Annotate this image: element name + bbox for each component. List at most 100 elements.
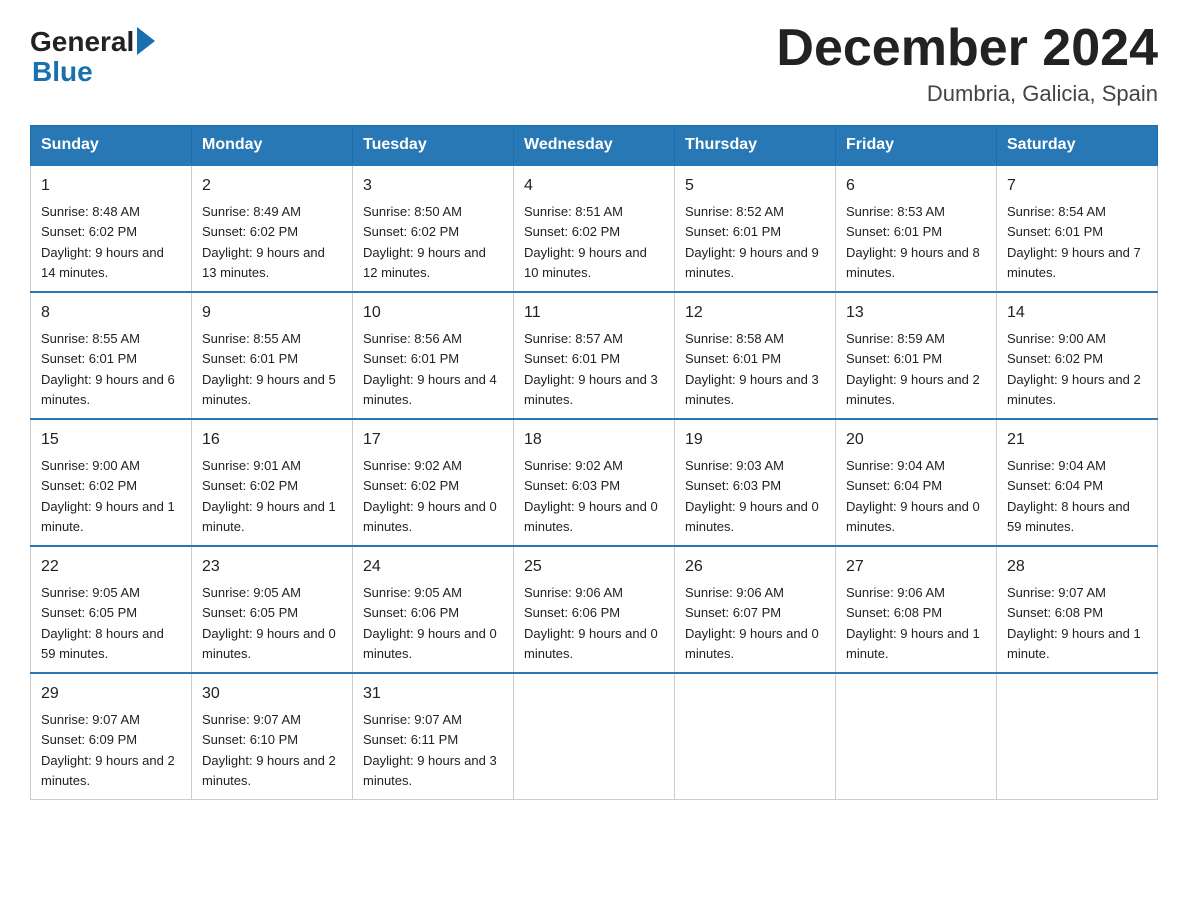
table-row: 18 Sunrise: 9:02 AMSunset: 6:03 PMDaylig… xyxy=(514,419,675,546)
table-row: 22 Sunrise: 9:05 AMSunset: 6:05 PMDaylig… xyxy=(31,546,192,673)
table-row: 17 Sunrise: 9:02 AMSunset: 6:02 PMDaylig… xyxy=(353,419,514,546)
calendar-week-row: 1 Sunrise: 8:48 AMSunset: 6:02 PMDayligh… xyxy=(31,165,1158,292)
col-friday: Friday xyxy=(836,126,997,166)
col-thursday: Thursday xyxy=(675,126,836,166)
calendar-table: Sunday Monday Tuesday Wednesday Thursday… xyxy=(30,125,1158,800)
day-info: Sunrise: 9:02 AMSunset: 6:03 PMDaylight:… xyxy=(524,458,658,534)
day-info: Sunrise: 9:06 AMSunset: 6:08 PMDaylight:… xyxy=(846,585,980,661)
day-number: 10 xyxy=(363,301,503,325)
day-info: Sunrise: 9:05 AMSunset: 6:06 PMDaylight:… xyxy=(363,585,497,661)
day-info: Sunrise: 9:03 AMSunset: 6:03 PMDaylight:… xyxy=(685,458,819,534)
day-info: Sunrise: 8:49 AMSunset: 6:02 PMDaylight:… xyxy=(202,204,325,280)
table-row: 31 Sunrise: 9:07 AMSunset: 6:11 PMDaylig… xyxy=(353,673,514,800)
calendar-header-row: Sunday Monday Tuesday Wednesday Thursday… xyxy=(31,126,1158,166)
day-info: Sunrise: 8:48 AMSunset: 6:02 PMDaylight:… xyxy=(41,204,164,280)
day-info: Sunrise: 9:01 AMSunset: 6:02 PMDaylight:… xyxy=(202,458,336,534)
logo: General Blue xyxy=(30,28,155,86)
day-info: Sunrise: 9:07 AMSunset: 6:10 PMDaylight:… xyxy=(202,712,336,788)
day-info: Sunrise: 8:52 AMSunset: 6:01 PMDaylight:… xyxy=(685,204,819,280)
day-info: Sunrise: 9:00 AMSunset: 6:02 PMDaylight:… xyxy=(1007,331,1141,407)
day-info: Sunrise: 9:04 AMSunset: 6:04 PMDaylight:… xyxy=(846,458,980,534)
day-info: Sunrise: 8:53 AMSunset: 6:01 PMDaylight:… xyxy=(846,204,980,280)
table-row xyxy=(997,673,1158,800)
day-number: 3 xyxy=(363,174,503,198)
day-number: 8 xyxy=(41,301,181,325)
day-info: Sunrise: 9:06 AMSunset: 6:07 PMDaylight:… xyxy=(685,585,819,661)
day-info: Sunrise: 9:05 AMSunset: 6:05 PMDaylight:… xyxy=(202,585,336,661)
day-info: Sunrise: 9:07 AMSunset: 6:08 PMDaylight:… xyxy=(1007,585,1141,661)
day-number: 24 xyxy=(363,555,503,579)
day-number: 5 xyxy=(685,174,825,198)
day-number: 22 xyxy=(41,555,181,579)
table-row: 8 Sunrise: 8:55 AMSunset: 6:01 PMDayligh… xyxy=(31,292,192,419)
table-row: 23 Sunrise: 9:05 AMSunset: 6:05 PMDaylig… xyxy=(192,546,353,673)
table-row: 29 Sunrise: 9:07 AMSunset: 6:09 PMDaylig… xyxy=(31,673,192,800)
day-number: 6 xyxy=(846,174,986,198)
day-info: Sunrise: 9:04 AMSunset: 6:04 PMDaylight:… xyxy=(1007,458,1130,534)
calendar-week-row: 15 Sunrise: 9:00 AMSunset: 6:02 PMDaylig… xyxy=(31,419,1158,546)
day-info: Sunrise: 8:55 AMSunset: 6:01 PMDaylight:… xyxy=(202,331,336,407)
logo-blue-text: Blue xyxy=(32,58,93,86)
day-number: 15 xyxy=(41,428,181,452)
location: Dumbria, Galicia, Spain xyxy=(776,81,1158,107)
day-number: 20 xyxy=(846,428,986,452)
calendar-week-row: 8 Sunrise: 8:55 AMSunset: 6:01 PMDayligh… xyxy=(31,292,1158,419)
table-row: 16 Sunrise: 9:01 AMSunset: 6:02 PMDaylig… xyxy=(192,419,353,546)
day-number: 30 xyxy=(202,682,342,706)
day-number: 9 xyxy=(202,301,342,325)
day-info: Sunrise: 9:07 AMSunset: 6:09 PMDaylight:… xyxy=(41,712,175,788)
col-monday: Monday xyxy=(192,126,353,166)
day-info: Sunrise: 9:07 AMSunset: 6:11 PMDaylight:… xyxy=(363,712,497,788)
day-info: Sunrise: 8:50 AMSunset: 6:02 PMDaylight:… xyxy=(363,204,486,280)
col-tuesday: Tuesday xyxy=(353,126,514,166)
day-number: 12 xyxy=(685,301,825,325)
day-number: 28 xyxy=(1007,555,1147,579)
day-number: 23 xyxy=(202,555,342,579)
table-row xyxy=(675,673,836,800)
day-number: 7 xyxy=(1007,174,1147,198)
day-info: Sunrise: 9:02 AMSunset: 6:02 PMDaylight:… xyxy=(363,458,497,534)
day-number: 31 xyxy=(363,682,503,706)
table-row: 28 Sunrise: 9:07 AMSunset: 6:08 PMDaylig… xyxy=(997,546,1158,673)
day-number: 18 xyxy=(524,428,664,452)
table-row: 9 Sunrise: 8:55 AMSunset: 6:01 PMDayligh… xyxy=(192,292,353,419)
table-row: 2 Sunrise: 8:49 AMSunset: 6:02 PMDayligh… xyxy=(192,165,353,292)
day-number: 2 xyxy=(202,174,342,198)
day-number: 25 xyxy=(524,555,664,579)
day-info: Sunrise: 9:05 AMSunset: 6:05 PMDaylight:… xyxy=(41,585,164,661)
page-header: General Blue December 2024 Dumbria, Gali… xyxy=(30,20,1158,107)
table-row: 13 Sunrise: 8:59 AMSunset: 6:01 PMDaylig… xyxy=(836,292,997,419)
day-number: 26 xyxy=(685,555,825,579)
day-number: 1 xyxy=(41,174,181,198)
calendar-week-row: 29 Sunrise: 9:07 AMSunset: 6:09 PMDaylig… xyxy=(31,673,1158,800)
table-row: 1 Sunrise: 8:48 AMSunset: 6:02 PMDayligh… xyxy=(31,165,192,292)
logo-arrow-icon xyxy=(137,27,155,55)
day-info: Sunrise: 9:06 AMSunset: 6:06 PMDaylight:… xyxy=(524,585,658,661)
table-row: 24 Sunrise: 9:05 AMSunset: 6:06 PMDaylig… xyxy=(353,546,514,673)
table-row: 19 Sunrise: 9:03 AMSunset: 6:03 PMDaylig… xyxy=(675,419,836,546)
day-info: Sunrise: 8:58 AMSunset: 6:01 PMDaylight:… xyxy=(685,331,819,407)
table-row: 15 Sunrise: 9:00 AMSunset: 6:02 PMDaylig… xyxy=(31,419,192,546)
table-row: 5 Sunrise: 8:52 AMSunset: 6:01 PMDayligh… xyxy=(675,165,836,292)
day-info: Sunrise: 8:51 AMSunset: 6:02 PMDaylight:… xyxy=(524,204,647,280)
col-wednesday: Wednesday xyxy=(514,126,675,166)
day-info: Sunrise: 8:55 AMSunset: 6:01 PMDaylight:… xyxy=(41,331,175,407)
table-row: 11 Sunrise: 8:57 AMSunset: 6:01 PMDaylig… xyxy=(514,292,675,419)
day-number: 4 xyxy=(524,174,664,198)
day-number: 17 xyxy=(363,428,503,452)
table-row: 26 Sunrise: 9:06 AMSunset: 6:07 PMDaylig… xyxy=(675,546,836,673)
day-number: 19 xyxy=(685,428,825,452)
table-row xyxy=(514,673,675,800)
day-number: 16 xyxy=(202,428,342,452)
day-number: 29 xyxy=(41,682,181,706)
day-info: Sunrise: 8:54 AMSunset: 6:01 PMDaylight:… xyxy=(1007,204,1141,280)
day-number: 14 xyxy=(1007,301,1147,325)
table-row: 14 Sunrise: 9:00 AMSunset: 6:02 PMDaylig… xyxy=(997,292,1158,419)
month-title: December 2024 xyxy=(776,20,1158,77)
day-info: Sunrise: 8:59 AMSunset: 6:01 PMDaylight:… xyxy=(846,331,980,407)
table-row: 12 Sunrise: 8:58 AMSunset: 6:01 PMDaylig… xyxy=(675,292,836,419)
table-row: 25 Sunrise: 9:06 AMSunset: 6:06 PMDaylig… xyxy=(514,546,675,673)
table-row: 3 Sunrise: 8:50 AMSunset: 6:02 PMDayligh… xyxy=(353,165,514,292)
table-row: 27 Sunrise: 9:06 AMSunset: 6:08 PMDaylig… xyxy=(836,546,997,673)
table-row: 4 Sunrise: 8:51 AMSunset: 6:02 PMDayligh… xyxy=(514,165,675,292)
